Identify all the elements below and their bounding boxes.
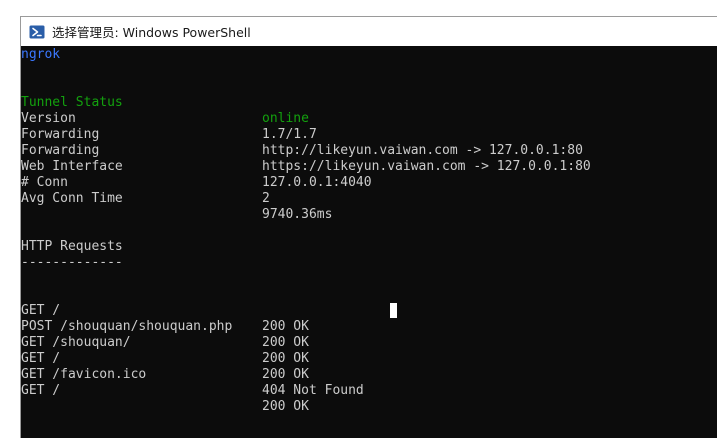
status-row-avg-conn-time: Avg Conn Time 9740.36ms — [21, 175, 717, 222]
request-row: GET / 200 OK — [21, 335, 717, 382]
status-label: Avg Conn Time — [21, 191, 123, 206]
request-status: 200 OK — [262, 399, 309, 414]
status-value: 2 — [262, 191, 270, 206]
requests-divider: ------------- — [21, 255, 123, 270]
requests-heading: HTTP Requests — [21, 239, 123, 254]
status-row-tunnel: Tunnel Status online — [21, 79, 717, 126]
status-row-web-interface: Web Interface 127.0.0.1:4040 — [21, 143, 717, 190]
request-line: GET / — [21, 383, 61, 398]
status-row-conn: # Conn 2 — [21, 159, 717, 206]
request-row: GET /shouquan/ 200 OK — [21, 319, 717, 366]
request-status: 404 Not Found — [262, 383, 364, 398]
request-row: GET / 200 OK — [21, 287, 717, 334]
request-row: GET / 200 OK — [21, 367, 717, 414]
title-bar[interactable]: 选择管理员: Windows PowerShell — [21, 17, 717, 46]
text-cursor — [390, 303, 397, 318]
status-row-version: Version 1.7/1.7 — [21, 95, 717, 142]
request-row: GET /favicon.ico 404 Not Found — [21, 351, 717, 398]
request-row: POST /shouquan/shouquan.php 200 OK — [21, 303, 717, 350]
status-value: 9740.36ms — [262, 207, 333, 222]
status-row-forwarding-https: Forwarding https://likeyun.vaiwan.com ->… — [21, 127, 717, 174]
powershell-window[interactable]: 选择管理员: Windows PowerShell ngrok Tunnel S… — [20, 16, 717, 438]
window-title: 选择管理员: Windows PowerShell — [52, 25, 251, 40]
powershell-icon — [29, 25, 45, 38]
console-output[interactable]: ngrok Tunnel Status online Version 1.7/1… — [21, 46, 717, 438]
ngrok-brand: ngrok — [21, 47, 61, 62]
status-row-forwarding-http: Forwarding http://likeyun.vaiwan.com -> … — [21, 111, 717, 158]
